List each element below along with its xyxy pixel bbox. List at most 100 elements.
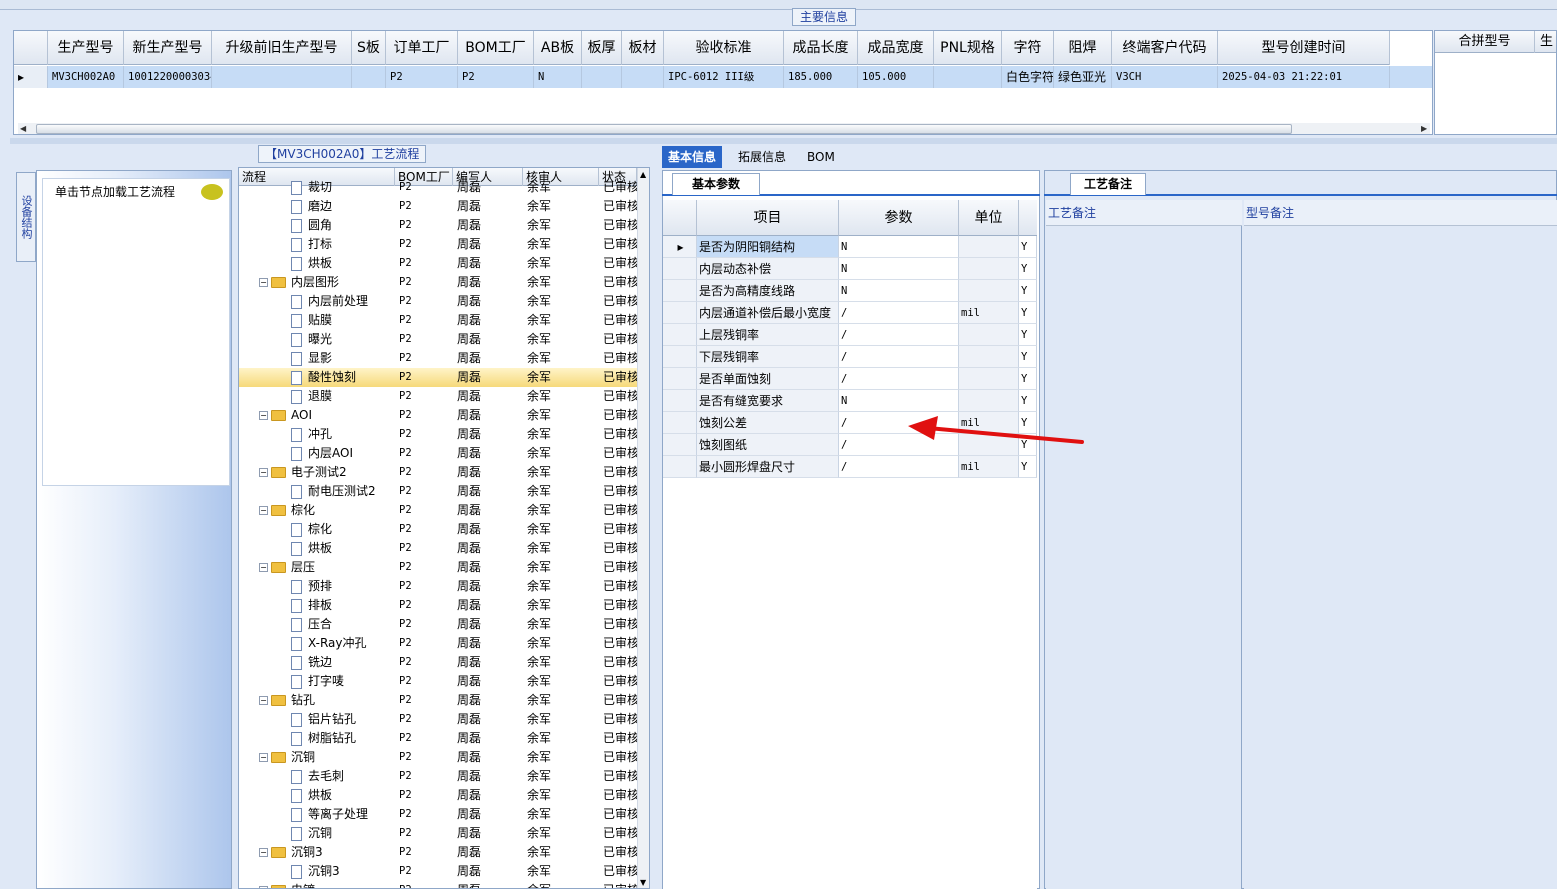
- main-cell[interactable]: IPC-6012 III级: [664, 66, 784, 88]
- main-col-header[interactable]: 升级前旧生产型号: [212, 31, 352, 65]
- main-info-grid[interactable]: 生产型号 新生产型号 升级前旧生产型号 S板 订单工厂 BOM工厂 AB板 板厚 板材 验收标准成…: [13, 30, 1433, 135]
- tree-node[interactable]: − 沉铜3: [239, 843, 395, 862]
- tree-row[interactable]: 沉铜 P2 周磊 余军 已审核: [239, 824, 637, 843]
- main-col-header[interactable]: 板材: [622, 31, 664, 65]
- tree-node[interactable]: 打标: [239, 235, 395, 254]
- tree-row[interactable]: − 棕化 P2 周磊 余军 已审核: [239, 501, 637, 520]
- main-cell[interactable]: [582, 66, 622, 88]
- param-cell-param[interactable]: /: [839, 346, 959, 368]
- main-col-header[interactable]: 验收标准: [664, 31, 784, 65]
- scroll-right-icon[interactable]: ▶: [1421, 124, 1427, 133]
- tree-node[interactable]: − 沉铜: [239, 748, 395, 767]
- col-param[interactable]: 参数: [839, 200, 959, 236]
- main-col-header[interactable]: 生产型号: [48, 31, 124, 65]
- tree-node[interactable]: − AOI: [239, 406, 395, 425]
- tree-row[interactable]: 退膜 P2 周磊 余军 已审核: [239, 387, 637, 406]
- col-merge-model[interactable]: 合拼型号: [1435, 31, 1535, 53]
- device-structure-tab[interactable]: 设备结构: [16, 172, 36, 262]
- main-cell[interactable]: 白色字符: [1002, 66, 1054, 88]
- tree-row[interactable]: 贴膜 P2 周磊 余军 已审核: [239, 311, 637, 330]
- tree-row[interactable]: 冲孔 P2 周磊 余军 已审核: [239, 425, 637, 444]
- tree-node[interactable]: 打字唛: [239, 672, 395, 691]
- main-col-header[interactable]: S板: [352, 31, 386, 65]
- tree-node[interactable]: − 钻孔: [239, 691, 395, 710]
- param-row[interactable]: 内层通道补偿后最小宽度 / mil Y: [663, 302, 1037, 324]
- tree-row[interactable]: 棕化 P2 周磊 余军 已审核: [239, 520, 637, 539]
- tree-row[interactable]: 铝片钻孔 P2 周磊 余军 已审核: [239, 710, 637, 729]
- tree-node[interactable]: 裁切: [239, 178, 395, 197]
- param-row[interactable]: ▸ 是否为阴阳铜结构 N Y: [663, 236, 1037, 258]
- collapse-icon[interactable]: −: [259, 753, 268, 762]
- row-indicator-icon[interactable]: ▸: [14, 66, 48, 88]
- tree-node[interactable]: 冲孔: [239, 425, 395, 444]
- main-col-header[interactable]: AB板: [534, 31, 582, 65]
- main-cell[interactable]: [212, 66, 352, 88]
- tree-row[interactable]: 等离子处理 P2 周磊 余军 已审核: [239, 805, 637, 824]
- tree-row[interactable]: 烘板 P2 周磊 余军 已审核: [239, 786, 637, 805]
- tree-row[interactable]: 显影 P2 周磊 余军 已审核: [239, 349, 637, 368]
- tree-node[interactable]: 排板: [239, 596, 395, 615]
- main-col-header[interactable]: 成品长度: [784, 31, 858, 65]
- param-cell-param[interactable]: /: [839, 456, 959, 478]
- tree-row[interactable]: 内层AOI P2 周磊 余军 已审核: [239, 444, 637, 463]
- main-cell[interactable]: 185.000: [784, 66, 858, 88]
- row-indicator-icon[interactable]: ▸: [663, 236, 697, 258]
- row-indicator-icon[interactable]: [663, 324, 697, 346]
- row-indicator-icon[interactable]: [663, 456, 697, 478]
- main-col-header[interactable]: 订单工厂: [386, 31, 458, 65]
- row-indicator-icon[interactable]: [663, 412, 697, 434]
- col-partial[interactable]: 生: [1535, 31, 1556, 53]
- tree-node[interactable]: 棕化: [239, 520, 395, 539]
- main-cell[interactable]: P2: [386, 66, 458, 88]
- tree-node[interactable]: − 棕化: [239, 501, 395, 520]
- tree-node[interactable]: 磨边: [239, 197, 395, 216]
- tree-node[interactable]: − 内层图形: [239, 273, 395, 292]
- tree-row[interactable]: 打标 P2 周磊 余军 已审核: [239, 235, 637, 254]
- tree-node[interactable]: 铣边: [239, 653, 395, 672]
- main-cell[interactable]: [934, 66, 1002, 88]
- param-row[interactable]: 最小圆形焊盘尺寸 / mil Y: [663, 456, 1037, 478]
- tree-node[interactable]: 烘板: [239, 254, 395, 273]
- tree-row[interactable]: 预排 P2 周磊 余军 已审核: [239, 577, 637, 596]
- row-indicator-icon[interactable]: [663, 434, 697, 456]
- main-cell[interactable]: [352, 66, 386, 88]
- param-row[interactable]: 是否为高精度线路 N Y: [663, 280, 1037, 302]
- row-indicator-icon[interactable]: [663, 258, 697, 280]
- tree-row[interactable]: − AOI P2 周磊 余军 已审核: [239, 406, 637, 425]
- tree-node[interactable]: 内层AOI: [239, 444, 395, 463]
- param-row[interactable]: 下层残铜率 / Y: [663, 346, 1037, 368]
- main-col-header[interactable]: 成品宽度: [858, 31, 934, 65]
- tree-node[interactable]: − 层压: [239, 558, 395, 577]
- row-indicator-icon[interactable]: [663, 302, 697, 324]
- tab-extended-info[interactable]: 拓展信息: [732, 146, 792, 168]
- tree-node[interactable]: 曝光: [239, 330, 395, 349]
- main-cell[interactable]: 105.000: [858, 66, 934, 88]
- row-indicator-icon[interactable]: [663, 280, 697, 302]
- tree-row[interactable]: 去毛刺 P2 周磊 余军 已审核: [239, 767, 637, 786]
- tree-node[interactable]: 贴膜: [239, 311, 395, 330]
- process-tree-grid[interactable]: 流程 BOM工厂 编写人 核审人 状态 裁切 P2 周磊 余军 已审核 磨边 P2 周磊 余军 已审核 圆角…: [238, 167, 650, 889]
- process-tree-vscrollbar[interactable]: ▲ ▼: [637, 168, 649, 888]
- tree-node[interactable]: 铝片钻孔: [239, 710, 395, 729]
- param-cell-param[interactable]: N: [839, 280, 959, 302]
- tree-row[interactable]: 曝光 P2 周磊 余军 已审核: [239, 330, 637, 349]
- tab-bom[interactable]: BOM: [801, 146, 841, 168]
- main-col-header[interactable]: 终端客户代码: [1112, 31, 1218, 65]
- col-unit[interactable]: 单位: [959, 200, 1019, 236]
- main-cell[interactable]: [622, 66, 664, 88]
- tree-row[interactable]: − 层压 P2 周磊 余军 已审核: [239, 558, 637, 577]
- model-remark-area[interactable]: 型号备注: [1244, 200, 1557, 889]
- tree-node[interactable]: 烘板: [239, 539, 395, 558]
- row-indicator-icon[interactable]: [663, 346, 697, 368]
- basic-params-grid[interactable]: 项目 参数 单位 ▸ 是否为阴阳铜结构 N Y 内层动态补偿 N Y 是否为高精度线路 N Y 内层…: [663, 200, 1037, 889]
- tree-row[interactable]: 裁切 P2 周磊 余军 已审核: [239, 178, 637, 197]
- tree-node[interactable]: 显影: [239, 349, 395, 368]
- tree-node[interactable]: X-Ray冲孔: [239, 634, 395, 653]
- tree-node[interactable]: 内层前处理: [239, 292, 395, 311]
- tree-node[interactable]: 耐电压测试2: [239, 482, 395, 501]
- main-cell[interactable]: MV3CH002A0: [48, 66, 124, 88]
- main-cell[interactable]: 10012200003034: [124, 66, 212, 88]
- tree-node[interactable]: 沉铜: [239, 824, 395, 843]
- tree-row[interactable]: 圆角 P2 周磊 余军 已审核: [239, 216, 637, 235]
- tree-vscroll-thumb[interactable]: [640, 318, 649, 478]
